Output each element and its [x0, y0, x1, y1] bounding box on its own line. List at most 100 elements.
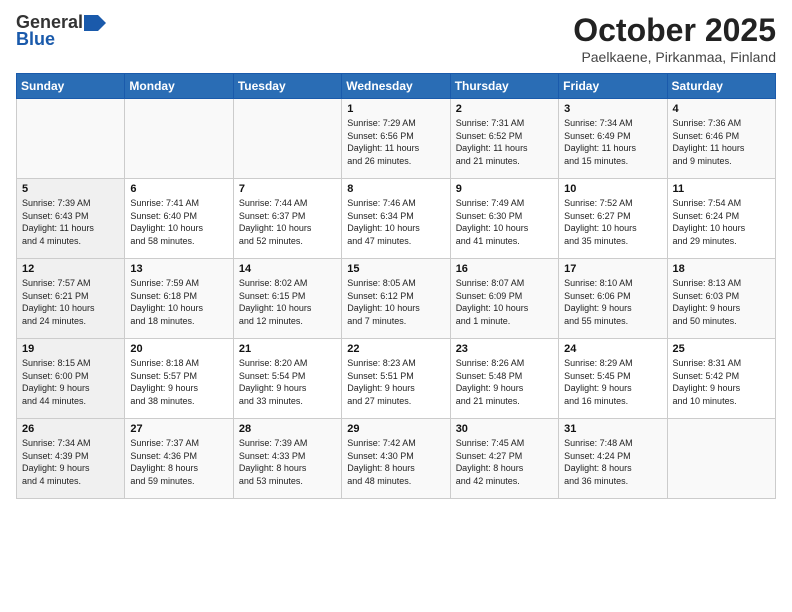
cell-day-number: 13	[130, 263, 227, 275]
cell-info: Sunrise: 7:57 AM Sunset: 6:21 PM Dayligh…	[22, 277, 119, 327]
calendar-cell: 19 Sunrise: 8:15 AM Sunset: 6:00 PM Dayli…	[17, 339, 125, 419]
cell-day-number: 5	[22, 183, 119, 195]
cell-info: Sunrise: 7:49 AM Sunset: 6:30 PM Dayligh…	[456, 197, 553, 247]
cell-day-number: 24	[564, 343, 661, 355]
cell-day-number: 21	[239, 343, 336, 355]
cell-day-number: 16	[456, 263, 553, 275]
cell-info: Sunrise: 7:44 AM Sunset: 6:37 PM Dayligh…	[239, 197, 336, 247]
cell-info: Sunrise: 7:31 AM Sunset: 6:52 PM Dayligh…	[456, 117, 553, 167]
cell-day-number: 11	[673, 183, 770, 195]
week-row-2: 5 Sunrise: 7:39 AM Sunset: 6:43 PM Daylig…	[17, 179, 776, 259]
calendar-cell: 7 Sunrise: 7:44 AM Sunset: 6:37 PM Daylig…	[233, 179, 341, 259]
calendar-cell: 3 Sunrise: 7:34 AM Sunset: 6:49 PM Daylig…	[559, 99, 667, 179]
logo: General Blue	[16, 12, 106, 50]
week-row-5: 26Sunrise: 7:34 AM Sunset: 4:39 PM Dayli…	[17, 419, 776, 499]
cell-day-number: 27	[130, 423, 227, 435]
calendar-cell: 18 Sunrise: 8:13 AM Sunset: 6:03 PM Dayli…	[667, 259, 775, 339]
cell-info: Sunrise: 7:36 AM Sunset: 6:46 PM Dayligh…	[673, 117, 770, 167]
calendar-cell: 20 Sunrise: 8:18 AM Sunset: 5:57 PM Dayli…	[125, 339, 233, 419]
cell-day-number: 6	[130, 183, 227, 195]
weekday-header-thursday: Thursday	[450, 74, 558, 99]
weekday-header-friday: Friday	[559, 74, 667, 99]
cell-info: Sunrise: 7:39 AM Sunset: 4:33 PM Dayligh…	[239, 437, 336, 487]
cell-info: Sunrise: 7:37 AM Sunset: 4:36 PM Dayligh…	[130, 437, 227, 487]
calendar-cell	[667, 419, 775, 499]
cell-info: Sunrise: 7:46 AM Sunset: 6:34 PM Dayligh…	[347, 197, 444, 247]
week-row-1: 1Sunrise: 7:29 AM Sunset: 6:56 PM Daylig…	[17, 99, 776, 179]
calendar-cell: 22 Sunrise: 8:23 AM Sunset: 5:51 PM Dayli…	[342, 339, 450, 419]
cell-day-number: 9	[456, 183, 553, 195]
calendar-cell: 21 Sunrise: 8:20 AM Sunset: 5:54 PM Dayli…	[233, 339, 341, 419]
cell-day-number: 26	[22, 423, 119, 435]
cell-info: Sunrise: 8:05 AM Sunset: 6:12 PM Dayligh…	[347, 277, 444, 327]
cell-day-number: 31	[564, 423, 661, 435]
cell-day-number: 14	[239, 263, 336, 275]
cell-day-number: 17	[564, 263, 661, 275]
calendar-cell	[125, 99, 233, 179]
cell-day-number: 30	[456, 423, 553, 435]
calendar-cell	[17, 99, 125, 179]
cell-day-number: 19	[22, 343, 119, 355]
cell-info: Sunrise: 8:18 AM Sunset: 5:57 PM Dayligh…	[130, 357, 227, 407]
cell-day-number: 4	[673, 103, 770, 115]
calendar-container: General Blue October 2025 Paelkaene, Pir…	[0, 0, 792, 612]
calendar-cell: 28 Sunrise: 7:39 AM Sunset: 4:33 PM Dayli…	[233, 419, 341, 499]
cell-day-number: 22	[347, 343, 444, 355]
cell-day-number: 8	[347, 183, 444, 195]
cell-info: Sunrise: 8:31 AM Sunset: 5:42 PM Dayligh…	[673, 357, 770, 407]
cell-info: Sunrise: 8:02 AM Sunset: 6:15 PM Dayligh…	[239, 277, 336, 327]
cell-day-number: 18	[673, 263, 770, 275]
calendar-cell: 17Sunrise: 8:10 AM Sunset: 6:06 PM Dayli…	[559, 259, 667, 339]
calendar-cell: 13 Sunrise: 7:59 AM Sunset: 6:18 PM Dayli…	[125, 259, 233, 339]
cell-info: Sunrise: 8:07 AM Sunset: 6:09 PM Dayligh…	[456, 277, 553, 327]
cell-info: Sunrise: 7:34 AM Sunset: 6:49 PM Dayligh…	[564, 117, 661, 167]
cell-day-number: 15	[347, 263, 444, 275]
calendar-cell: 11Sunrise: 7:54 AM Sunset: 6:24 PM Dayli…	[667, 179, 775, 259]
cell-info: Sunrise: 8:26 AM Sunset: 5:48 PM Dayligh…	[456, 357, 553, 407]
calendar-cell: 30 Sunrise: 7:45 AM Sunset: 4:27 PM Dayli…	[450, 419, 558, 499]
calendar-cell: 12 Sunrise: 7:57 AM Sunset: 6:21 PM Dayli…	[17, 259, 125, 339]
calendar-cell: 26Sunrise: 7:34 AM Sunset: 4:39 PM Dayli…	[17, 419, 125, 499]
cell-info: Sunrise: 7:59 AM Sunset: 6:18 PM Dayligh…	[130, 277, 227, 327]
cell-day-number: 7	[239, 183, 336, 195]
logo-blue-text: Blue	[16, 29, 55, 50]
header: General Blue October 2025 Paelkaene, Pir…	[16, 12, 776, 65]
cell-day-number: 1	[347, 103, 444, 115]
cell-day-number: 20	[130, 343, 227, 355]
calendar-cell: 8 Sunrise: 7:46 AM Sunset: 6:34 PM Daylig…	[342, 179, 450, 259]
cell-day-number: 29	[347, 423, 444, 435]
calendar-cell: 29 Sunrise: 7:42 AM Sunset: 4:30 PM Dayli…	[342, 419, 450, 499]
calendar-cell: 16 Sunrise: 8:07 AM Sunset: 6:09 PM Dayli…	[450, 259, 558, 339]
weekday-header-monday: Monday	[125, 74, 233, 99]
cell-info: Sunrise: 7:39 AM Sunset: 6:43 PM Dayligh…	[22, 197, 119, 247]
calendar-cell: 1Sunrise: 7:29 AM Sunset: 6:56 PM Daylig…	[342, 99, 450, 179]
logo-icon	[84, 15, 106, 31]
cell-day-number: 3	[564, 103, 661, 115]
calendar-cell: 10Sunrise: 7:52 AM Sunset: 6:27 PM Dayli…	[559, 179, 667, 259]
cell-day-number: 28	[239, 423, 336, 435]
weekday-header-row: SundayMondayTuesdayWednesdayThursdayFrid…	[17, 74, 776, 99]
calendar-cell: 5 Sunrise: 7:39 AM Sunset: 6:43 PM Daylig…	[17, 179, 125, 259]
cell-info: Sunrise: 8:13 AM Sunset: 6:03 PM Dayligh…	[673, 277, 770, 327]
weekday-header-saturday: Saturday	[667, 74, 775, 99]
cell-info: Sunrise: 7:41 AM Sunset: 6:40 PM Dayligh…	[130, 197, 227, 247]
weekday-header-tuesday: Tuesday	[233, 74, 341, 99]
title-block: October 2025 Paelkaene, Pirkanmaa, Finla…	[573, 12, 776, 65]
calendar-cell: 23Sunrise: 8:26 AM Sunset: 5:48 PM Dayli…	[450, 339, 558, 419]
weekday-header-sunday: Sunday	[17, 74, 125, 99]
weekday-header-wednesday: Wednesday	[342, 74, 450, 99]
calendar-cell: 2Sunrise: 7:31 AM Sunset: 6:52 PM Daylig…	[450, 99, 558, 179]
calendar-cell: 27 Sunrise: 7:37 AM Sunset: 4:36 PM Dayli…	[125, 419, 233, 499]
cell-info: Sunrise: 8:20 AM Sunset: 5:54 PM Dayligh…	[239, 357, 336, 407]
cell-info: Sunrise: 7:45 AM Sunset: 4:27 PM Dayligh…	[456, 437, 553, 487]
calendar-cell: 9 Sunrise: 7:49 AM Sunset: 6:30 PM Daylig…	[450, 179, 558, 259]
month-title: October 2025	[573, 12, 776, 49]
cell-info: Sunrise: 8:15 AM Sunset: 6:00 PM Dayligh…	[22, 357, 119, 407]
calendar-cell: 25Sunrise: 8:31 AM Sunset: 5:42 PM Dayli…	[667, 339, 775, 419]
cell-day-number: 12	[22, 263, 119, 275]
calendar-cell: 4 Sunrise: 7:36 AM Sunset: 6:46 PM Daylig…	[667, 99, 775, 179]
week-row-4: 19 Sunrise: 8:15 AM Sunset: 6:00 PM Dayli…	[17, 339, 776, 419]
cell-info: Sunrise: 8:29 AM Sunset: 5:45 PM Dayligh…	[564, 357, 661, 407]
cell-info: Sunrise: 7:42 AM Sunset: 4:30 PM Dayligh…	[347, 437, 444, 487]
cell-info: Sunrise: 8:23 AM Sunset: 5:51 PM Dayligh…	[347, 357, 444, 407]
